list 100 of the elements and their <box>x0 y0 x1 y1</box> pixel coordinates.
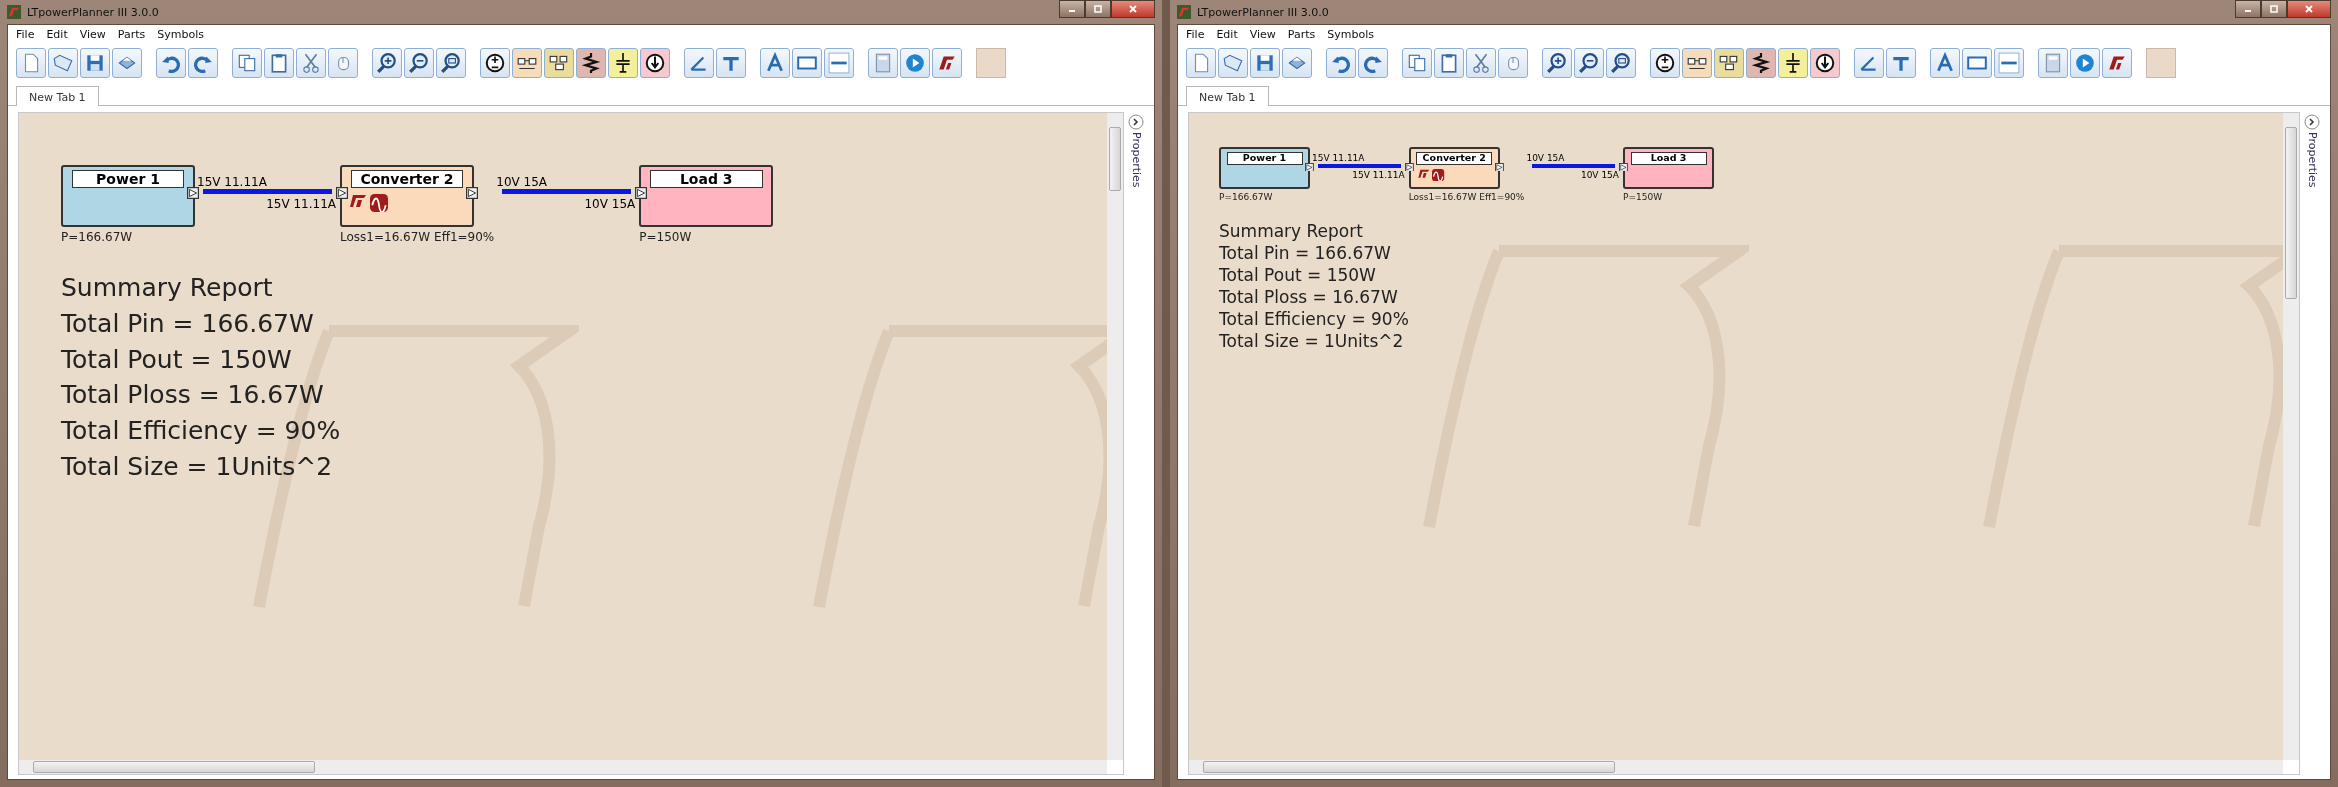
toolbar-button[interactable] <box>480 48 510 78</box>
menu-item[interactable]: File <box>1186 28 1205 44</box>
block-caption: P=166.67W <box>61 230 134 244</box>
toolbar-button[interactable] <box>608 48 638 78</box>
wire[interactable] <box>203 189 332 195</box>
toolbar-button[interactable] <box>512 48 542 78</box>
input-port-icon[interactable] <box>1619 162 1628 172</box>
menu-item[interactable]: View <box>1249 28 1276 44</box>
copy-icon <box>1406 52 1428 74</box>
zoom-out-icon <box>1578 52 1600 74</box>
play-icon <box>2074 52 2096 74</box>
wire-label: 10V 15A <box>1526 154 1565 165</box>
toolbar-button[interactable] <box>372 48 402 78</box>
summary-line: Total Efficiency = 90% <box>61 415 341 447</box>
minimize-button[interactable] <box>1059 0 1085 18</box>
scissors-icon <box>300 52 322 74</box>
toolbar-button[interactable] <box>640 48 670 78</box>
toolbar-button[interactable] <box>1810 48 1840 78</box>
play-icon <box>904 52 926 74</box>
wire[interactable] <box>502 189 632 195</box>
menu-item[interactable]: Symbols <box>1327 28 1374 44</box>
input-port-icon[interactable] <box>336 187 348 199</box>
summary-line: Total Pout = 150W <box>1219 263 1376 286</box>
wire-label: 10V 15A <box>584 198 636 212</box>
horizontal-scrollbar[interactable] <box>1189 760 2283 774</box>
window-title: LTpowerPlanner III 3.0.0 <box>1197 5 1329 19</box>
tab[interactable]: New Tab 1 <box>1186 86 1269 106</box>
toolbar-button[interactable] <box>576 48 606 78</box>
input-port-icon[interactable] <box>635 187 648 199</box>
wire-label: 15V 11.11A <box>1352 171 1405 181</box>
zoom-fit-icon <box>440 52 462 74</box>
close-button[interactable] <box>2287 0 2331 18</box>
sine-wave-icon <box>1432 169 1445 182</box>
output-port-icon[interactable] <box>1495 162 1504 172</box>
toolbar-button[interactable] <box>1778 48 1808 78</box>
resistor-icon <box>580 52 602 74</box>
block-caption: P=150W <box>639 230 693 244</box>
output-port-icon[interactable] <box>187 187 199 199</box>
menu-item[interactable]: File <box>16 28 35 44</box>
save-icon <box>1254 52 1276 74</box>
summary-line: Total Pin = 166.67W <box>1219 241 1391 264</box>
close-button[interactable] <box>1111 0 1155 18</box>
toolbar-button[interactable] <box>404 48 434 78</box>
toolbar-button[interactable] <box>1650 48 1680 78</box>
input-port-icon[interactable] <box>1404 162 1414 172</box>
zoom-fit-icon <box>1610 52 1632 74</box>
expand-icon[interactable] <box>1128 114 1144 130</box>
color-swatch-button[interactable] <box>2146 48 2176 78</box>
menu-item[interactable]: Symbols <box>157 28 204 44</box>
minimize-button[interactable] <box>2235 0 2261 18</box>
wire-label: 15V 11.11A <box>1312 154 1365 165</box>
summary-line: Total Size = 1Units^2 <box>1219 329 1404 352</box>
horizontal-scrollbar[interactable] <box>19 760 1107 774</box>
toolbar-button[interactable] <box>1682 48 1712 78</box>
toolbar-button[interactable] <box>932 48 962 78</box>
block-title: Load 3 <box>1630 152 1707 165</box>
toolbar-button[interactable] <box>2102 48 2132 78</box>
block-title: Converter 2 <box>1416 152 1493 165</box>
toolbar-button[interactable] <box>436 48 466 78</box>
block-caption: P=150W <box>1623 192 1664 203</box>
menu-item[interactable]: Parts <box>1287 28 1316 44</box>
diagram-block[interactable]: Power 1 <box>1219 147 1311 190</box>
wire-label: 15V 11.11A <box>266 198 336 212</box>
vertical-scrollbar[interactable] <box>1107 113 1123 760</box>
block-caption: Loss1=16.67W Eff1=90% <box>1408 192 1525 203</box>
toolbar-button[interactable] <box>1574 48 1604 78</box>
wire[interactable] <box>1318 164 1401 169</box>
maximize-button[interactable] <box>1085 0 1111 18</box>
maximize-button[interactable] <box>2261 0 2287 18</box>
summary-line: Total Ploss = 16.67W <box>61 379 324 412</box>
scissors-icon <box>1470 52 1492 74</box>
menu-item[interactable]: Parts <box>117 28 146 44</box>
toolbar-button[interactable] <box>1606 48 1636 78</box>
toolbar-button[interactable] <box>1542 48 1572 78</box>
copy-icon <box>236 52 258 74</box>
expand-icon[interactable] <box>2304 114 2320 130</box>
properties-panel-tab[interactable]: Properties <box>2305 132 2319 188</box>
wire[interactable] <box>1532 164 1615 169</box>
output-port-icon[interactable] <box>1305 162 1315 172</box>
app-logo-icon <box>1177 5 1191 19</box>
toolbar-button[interactable] <box>544 48 574 78</box>
block-caption: P=166.67W <box>1219 192 1274 203</box>
tab[interactable]: New Tab 1 <box>16 86 99 106</box>
toolbar-button[interactable] <box>1714 48 1744 78</box>
vertical-scrollbar[interactable] <box>2283 113 2299 760</box>
toolbar-button[interactable] <box>1746 48 1776 78</box>
block-title: Converter 2 <box>350 170 464 189</box>
window-title: LTpowerPlanner III 3.0.0 <box>27 5 159 19</box>
save-icon <box>84 52 106 74</box>
app-logo-icon <box>7 5 21 19</box>
summary-line: Summary Report <box>61 272 273 304</box>
menu-item[interactable]: View <box>79 28 106 44</box>
color-swatch-button[interactable] <box>976 48 1006 78</box>
menu-item[interactable]: Edit <box>46 28 68 44</box>
zoom-in-icon <box>1546 52 1568 74</box>
summary-line: Total Size = 1Units^2 <box>61 450 333 483</box>
logo-icon <box>1416 169 1431 179</box>
properties-panel-tab[interactable]: Properties <box>1129 132 1143 188</box>
menu-item[interactable]: Edit <box>1216 28 1238 44</box>
output-port-icon[interactable] <box>466 187 478 199</box>
